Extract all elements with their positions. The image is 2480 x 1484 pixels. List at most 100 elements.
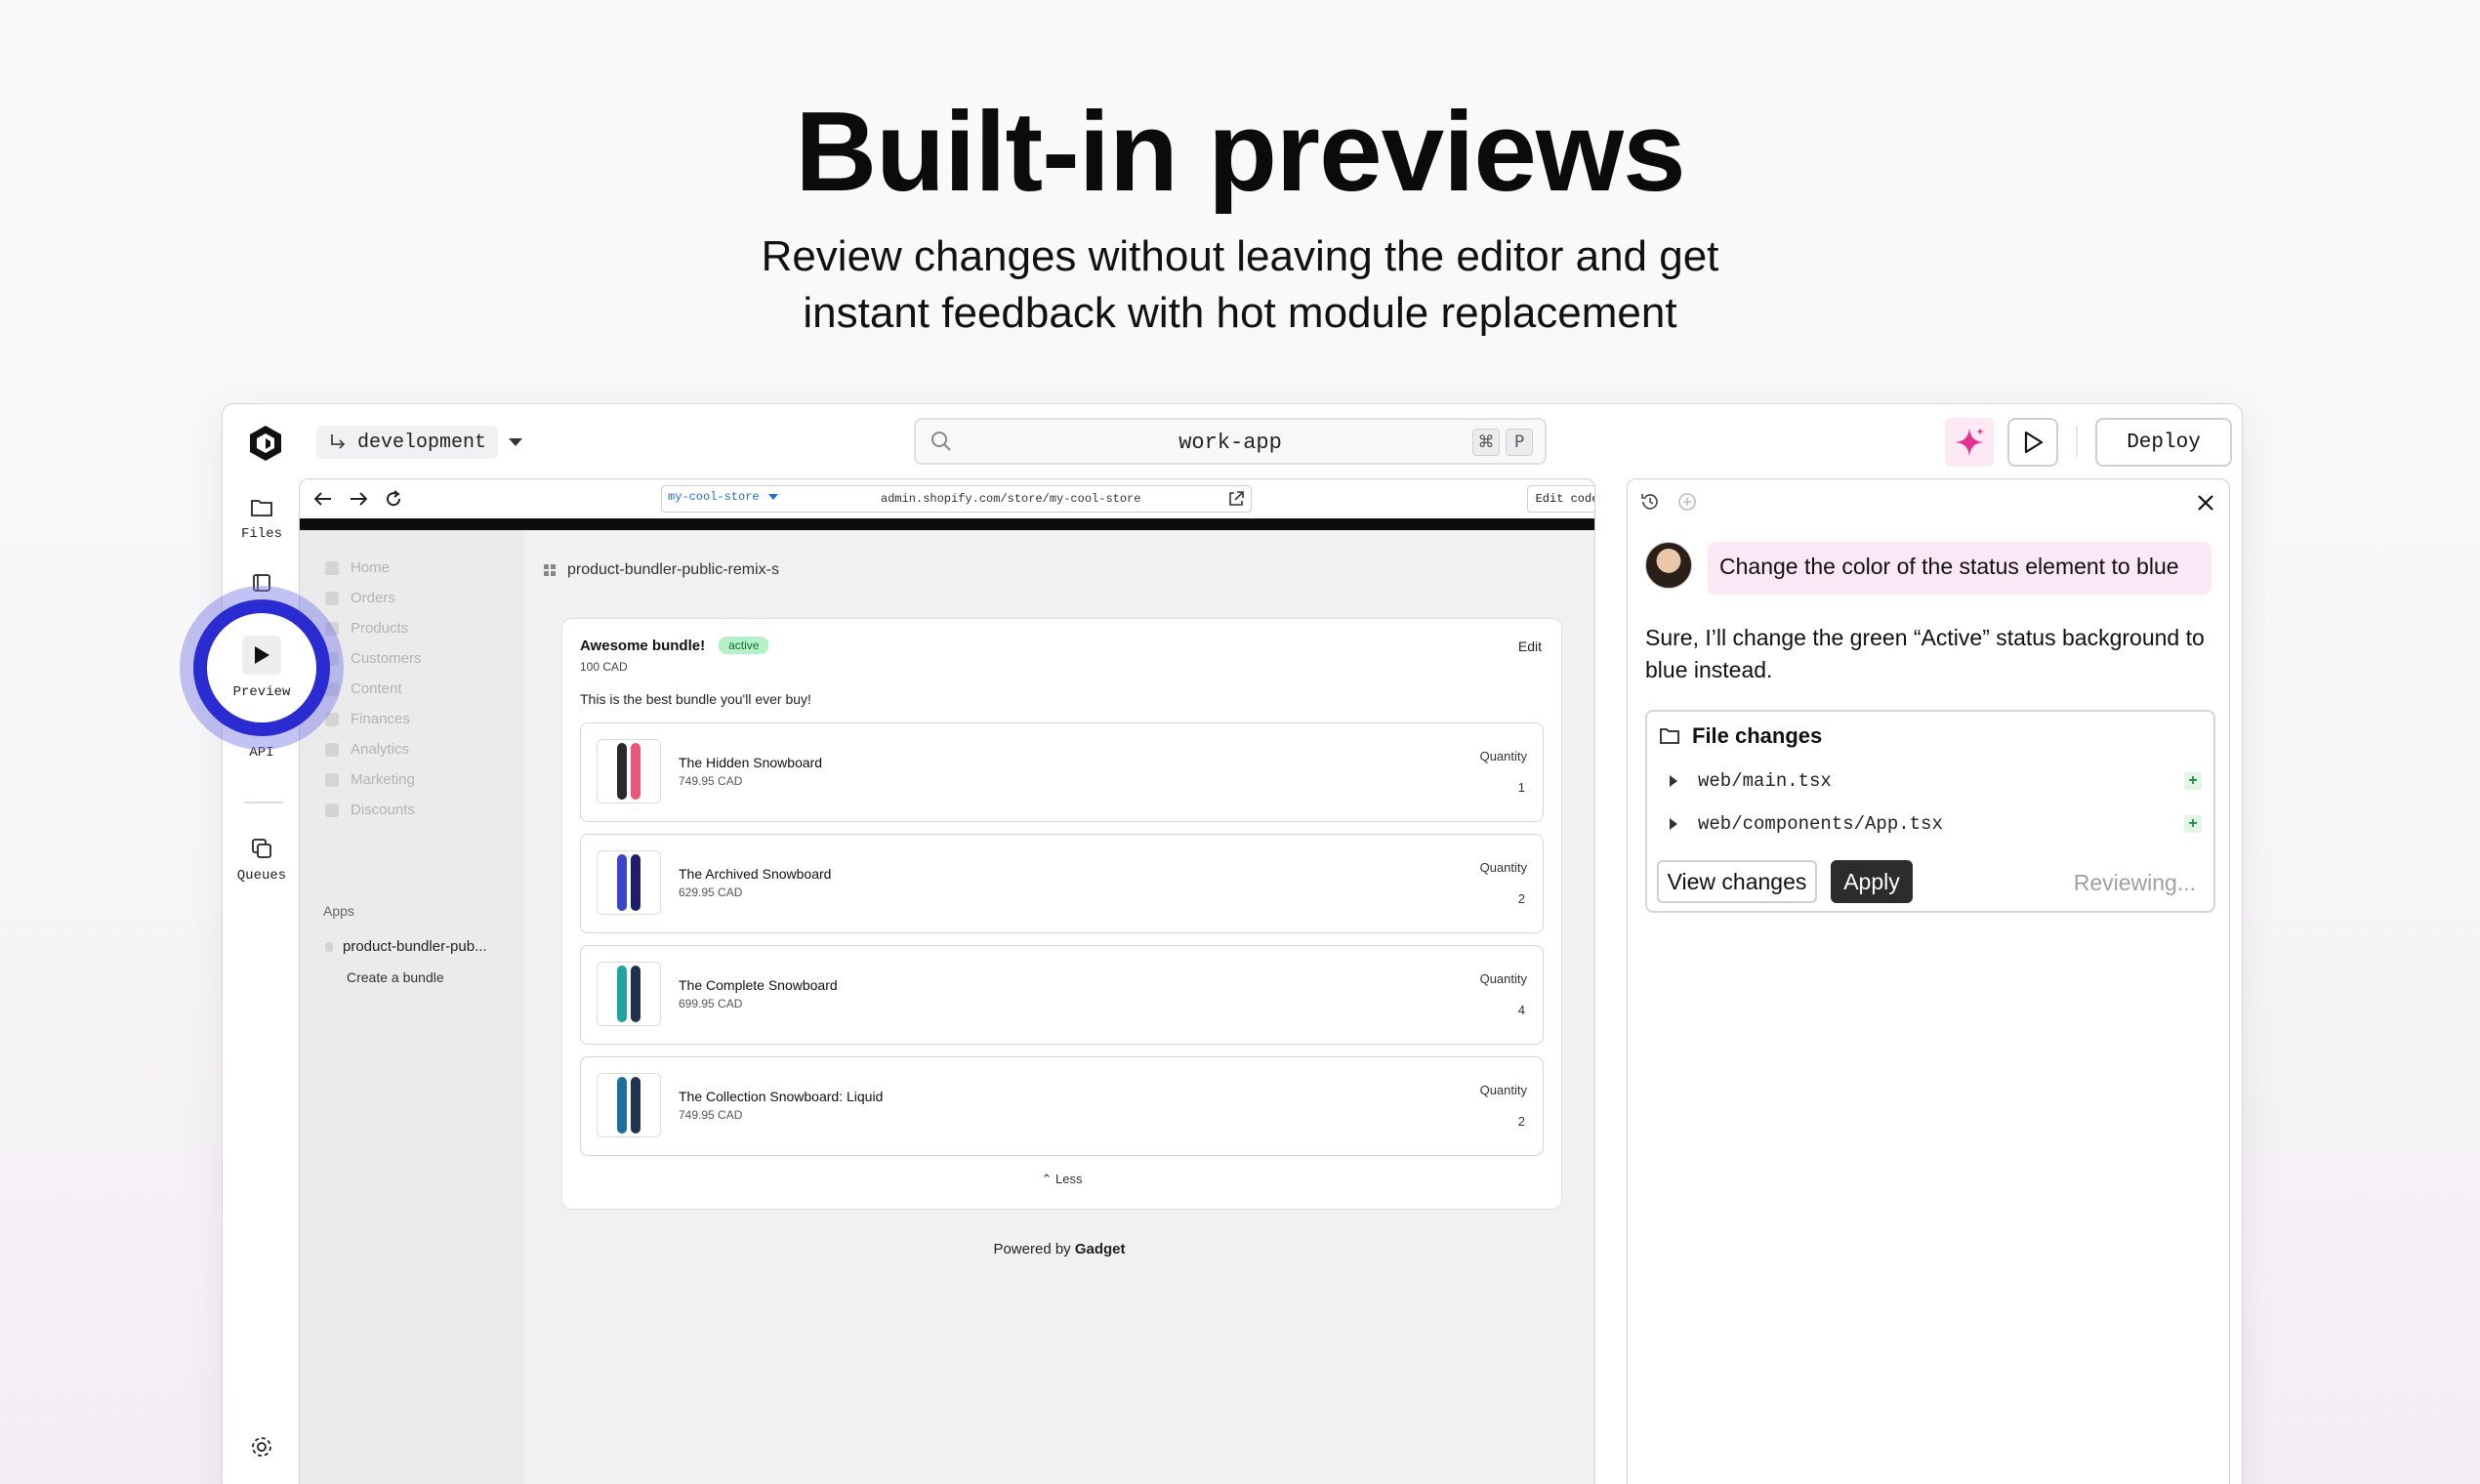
play-icon: [2024, 431, 2044, 454]
changed-file-2-name: web/components/App.tsx: [1698, 813, 1943, 835]
changed-file-2[interactable]: web/components/App.tsx: [1669, 813, 1943, 835]
ai-sparkle-button[interactable]: [1945, 418, 1994, 467]
quantity-label: Quantity: [1479, 1083, 1527, 1097]
history-icon[interactable]: [1639, 491, 1661, 513]
back-arrow-icon[interactable]: [311, 487, 335, 511]
caret-right-icon: [1670, 775, 1677, 787]
shop-nav-item[interactable]: Discounts: [325, 802, 415, 818]
nav-icon: [325, 803, 339, 817]
nav-icon: [325, 560, 339, 575]
shop-nav-label: Orders: [351, 590, 395, 606]
folder-icon: [1660, 728, 1679, 744]
changed-file-1[interactable]: web/main.tsx: [1669, 770, 1832, 792]
product-thumbnail: [597, 962, 661, 1026]
url-text: admin.shopify.com/store/my-cool-store: [881, 492, 1141, 506]
breadcrumb-text: product-bundler-public-remix-s: [567, 561, 779, 578]
hero-subtitle: Review changes without leaving the edito…: [0, 228, 2480, 342]
refresh-icon[interactable]: [382, 487, 405, 511]
edit-code-button[interactable]: Edit code: [1527, 485, 1594, 513]
quantity-value: 1: [1517, 780, 1525, 795]
snowboard-image: [631, 743, 641, 800]
product-row: The Hidden Snowboard 749.95 CAD Quantity 1: [580, 722, 1544, 822]
divider: [2076, 426, 2078, 457]
snowboard-image: [617, 966, 627, 1022]
file-changes-box: File changes web/main.tsx + web/componen…: [1645, 710, 2215, 913]
shop-nav-label: Content: [351, 680, 402, 697]
snowboard-image: [617, 1077, 627, 1134]
breadcrumb: product-bundler-public-remix-s: [544, 561, 779, 579]
search-input[interactable]: work-app ⌘ P: [914, 418, 1547, 465]
p-key: P: [1506, 429, 1533, 456]
apply-button[interactable]: Apply: [1831, 860, 1913, 903]
branch-selector[interactable]: development: [316, 426, 499, 459]
store-selector[interactable]: my-cool-store: [668, 490, 779, 504]
rail-files[interactable]: Files: [223, 497, 301, 542]
rail-preview[interactable]: Preview: [193, 599, 330, 736]
caret-right-icon: [1670, 818, 1677, 830]
hero-subtitle-line-1: Review changes without leaving the edito…: [761, 232, 1719, 280]
queues-icon: [252, 839, 271, 858]
shop-nav-item[interactable]: Orders: [325, 590, 395, 606]
product-name: The Collection Snowboard: Liquid: [679, 1089, 884, 1104]
app-icon: [325, 941, 333, 952]
gadget-logo-icon[interactable]: [244, 422, 287, 465]
editor-window: development work-app ⌘ P Deploy Files AP…: [222, 403, 2243, 1484]
status-badge: active: [719, 637, 769, 654]
rail-queues[interactable]: Queues: [223, 837, 301, 884]
new-chat-icon[interactable]: [1676, 491, 1698, 513]
rail-divider: [244, 802, 283, 804]
shop-main: product-bundler-public-remix-s Awesome b…: [524, 530, 1594, 1484]
quantity-label: Quantity: [1479, 749, 1527, 763]
forward-arrow-icon[interactable]: [347, 487, 370, 511]
nav-icon: [325, 591, 339, 605]
avatar: [1645, 542, 1692, 589]
gear-icon: [252, 1437, 271, 1457]
preview-pane: my-cool-store admin.shopify.com/store/my…: [299, 478, 1595, 1484]
review-status: Reviewing...: [2073, 870, 2196, 895]
shop-nav-item[interactable]: Finances: [325, 711, 410, 727]
shop-nav-item[interactable]: Analytics: [325, 741, 409, 758]
quantity-label: Quantity: [1479, 971, 1527, 986]
snowboard-image: [631, 854, 641, 911]
product-name: The Hidden Snowboard: [679, 755, 823, 770]
rail-settings[interactable]: [223, 1434, 301, 1460]
rail-files-label: Files: [240, 526, 282, 542]
product-row: The Collection Snowboard: Liquid 749.95 C…: [580, 1056, 1544, 1156]
less-toggle[interactable]: ⌃ Less: [562, 1172, 1561, 1187]
bundle-title: Awesome bundle!: [580, 637, 706, 654]
external-link-icon[interactable]: [1227, 490, 1245, 508]
chevron-up-icon: ⌃: [1041, 1172, 1053, 1186]
shop-nav-label: Marketing: [351, 771, 415, 788]
shop-nav-item[interactable]: Products: [325, 620, 408, 637]
run-button[interactable]: [2007, 418, 2058, 467]
added-icon: +: [2184, 815, 2202, 833]
view-changes-button[interactable]: View changes: [1657, 860, 1817, 903]
powered-prefix: Powered by: [993, 1241, 1071, 1257]
bundle-title-row: Awesome bundle! active: [580, 637, 769, 654]
less-label: Less: [1055, 1172, 1083, 1186]
quantity-label: Quantity: [1479, 860, 1527, 875]
apps-heading: Apps: [323, 903, 354, 919]
shop-nav-item[interactable]: Marketing: [325, 771, 415, 788]
close-icon[interactable]: [2190, 487, 2221, 518]
nav-icon: [325, 742, 339, 757]
product-name: The Archived Snowboard: [679, 866, 832, 882]
deploy-button[interactable]: Deploy: [2095, 418, 2232, 467]
preview-toolbar: my-cool-store admin.shopify.com/store/my…: [300, 479, 1594, 518]
quantity-value: 2: [1517, 1114, 1525, 1129]
shop-nav-item[interactable]: Home: [325, 559, 390, 576]
chevron-down-icon[interactable]: [501, 428, 530, 457]
product-thumbnail: [597, 850, 661, 915]
hero-subtitle-line-2: instant feedback with hot module replace…: [803, 289, 1677, 337]
assistant-panel: Change the color of the status element t…: [1627, 478, 2230, 1484]
url-bar[interactable]: my-cool-store admin.shopify.com/store/my…: [661, 485, 1252, 513]
preview-play-icon: [242, 636, 281, 675]
product-thumbnail: [597, 1073, 661, 1137]
app-item[interactable]: product-bundler-pub...: [325, 938, 487, 955]
product-price: 749.95 CAD: [679, 774, 743, 788]
shop-nav-label: Discounts: [351, 802, 415, 818]
snowboard-image: [631, 966, 641, 1022]
create-bundle-link[interactable]: Create a bundle: [347, 969, 444, 985]
product-price: 749.95 CAD: [679, 1108, 743, 1122]
edit-bundle-link[interactable]: Edit: [1518, 639, 1542, 654]
